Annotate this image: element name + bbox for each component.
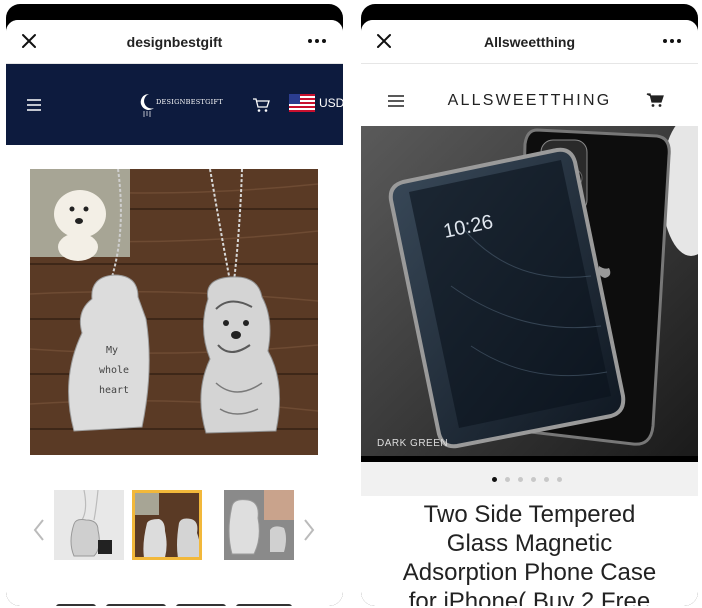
thumbnail-dog-pendant <box>135 493 199 557</box>
engraving-line-3: heart <box>99 385 129 396</box>
moon-logo-icon <box>140 93 154 117</box>
thumbnail-portrait-pendant <box>224 490 294 560</box>
product-main-image[interactable]: 10:26 DARK GREEN <box>361 116 698 462</box>
left-window-title: designbestgift <box>126 34 223 50</box>
currency-selector[interactable]: USD <box>319 96 343 110</box>
thumbnail-3[interactable] <box>224 490 294 560</box>
phone-case-photo: 10:26 <box>361 116 698 462</box>
site-header: ALLSWEETTHING <box>361 64 698 128</box>
carousel-dot-4[interactable] <box>531 477 536 482</box>
menu-icon[interactable] <box>387 94 405 108</box>
site-header: DESIGNBESTGIFT USD <box>6 64 343 145</box>
carousel-dot-5[interactable] <box>544 477 549 482</box>
carousel-dot-2[interactable] <box>505 477 510 482</box>
thumbnail-cat-pendant <box>54 490 124 560</box>
product-title-cutoff <box>56 604 292 606</box>
right-top-bar: Allsweetthing <box>361 20 698 64</box>
right-page-sheet: Allsweetthing ALLSWEETTHING 10:26 DARK G… <box>361 20 698 606</box>
thumbnail-2-selected[interactable] <box>132 490 202 560</box>
chevron-right-icon[interactable] <box>302 518 316 542</box>
site-name[interactable]: ALLSWEETTHING <box>421 92 638 110</box>
color-caption: DARK GREEN <box>377 438 449 449</box>
product-title-line-1: Two Side Tempered <box>423 501 636 528</box>
left-top-bar: designbestgift <box>6 20 343 64</box>
close-icon[interactable] <box>20 32 38 50</box>
product-title-line-2: Glass Magnetic <box>446 530 613 557</box>
pendant-photo: My whole heart <box>29 168 319 455</box>
thumbnail-gallery <box>6 472 343 582</box>
right-window-title: Allsweetthing <box>483 34 575 50</box>
carousel-dot-6[interactable] <box>557 477 562 482</box>
carousel-dot-1[interactable] <box>492 477 497 482</box>
cart-icon[interactable] <box>646 92 664 108</box>
more-icon[interactable] <box>660 32 684 50</box>
right-browser-window: Allsweetthing ALLSWEETTHING 10:26 DARK G… <box>361 4 698 606</box>
carousel-dot-3[interactable] <box>518 477 523 482</box>
product-title-line-3: Adsorption Phone Case <box>402 559 657 586</box>
us-flag-icon[interactable] <box>289 94 315 112</box>
carousel-dots <box>361 462 698 496</box>
product-title-line-4: for iPhone( Buy 2 Free <box>408 588 651 606</box>
left-page-sheet: designbestgift DESIGNBESTGIFT USD My who… <box>6 20 343 606</box>
logo-text: DESIGNBESTGIFT <box>156 98 223 106</box>
chevron-left-icon[interactable] <box>32 518 46 542</box>
product-main-image[interactable]: My whole heart <box>29 168 319 455</box>
menu-icon[interactable] <box>26 98 42 112</box>
more-icon[interactable] <box>305 32 329 50</box>
thumbnail-1[interactable] <box>54 490 124 560</box>
close-icon[interactable] <box>375 32 393 50</box>
site-logo[interactable]: DESIGNBESTGIFT <box>138 90 223 120</box>
product-title: Two Side Tempered Glass Magnetic Adsorpt… <box>373 500 686 606</box>
engraving-line-2: whole <box>99 365 129 376</box>
cart-icon[interactable] <box>252 97 270 113</box>
left-browser-window: designbestgift DESIGNBESTGIFT USD My who… <box>6 4 343 606</box>
engraving-line-1: My <box>106 345 118 356</box>
